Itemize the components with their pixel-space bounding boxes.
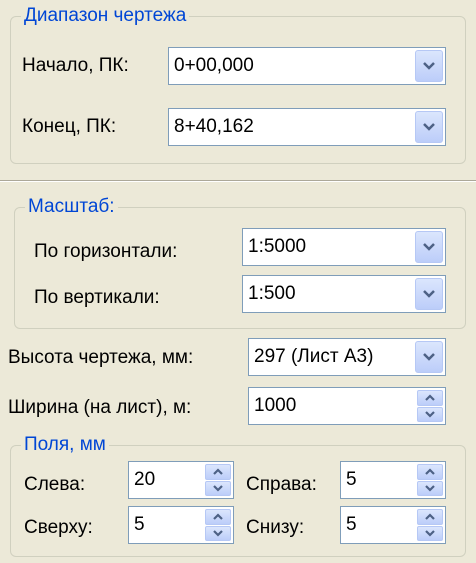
arrow-down-icon [213,529,223,537]
margin-left-value: 20 [134,469,156,490]
arrow-down-icon [425,410,435,418]
arrow-up-icon [213,468,223,476]
spinner-down-button[interactable] [205,480,231,496]
end-pk-value: 8+40,162 [174,116,254,137]
margin-bottom-spinner[interactable] [417,509,443,541]
arrow-up-icon [213,513,223,521]
vertical-scale-value: 1:500 [248,283,296,304]
margin-top-label: Сверху: [24,517,93,538]
margin-left-spinbox[interactable]: 20 [128,461,234,499]
spinner-up-button[interactable] [417,509,443,525]
start-pk-label: Начало, ПК: [22,55,129,76]
margin-top-value: 5 [134,514,145,535]
margin-top-spinner[interactable] [205,509,231,541]
spinner-down-button[interactable] [417,480,443,496]
drawing-range-title: Диапазон чертежа [21,5,190,27]
margin-right-value: 5 [346,469,357,490]
width-per-sheet-label: Ширина (на лист), м: [8,397,192,418]
horizontal-scale-dropdown-button[interactable] [415,231,443,263]
section-divider [0,180,476,182]
arrow-down-icon [213,484,223,492]
chevron-down-icon [423,353,435,361]
vertical-scale-dropdown-button[interactable] [415,278,443,310]
chevron-down-icon [423,243,435,251]
end-pk-label: Конец, ПК: [22,116,117,137]
chevron-down-icon [423,290,435,298]
margin-right-label: Справа: [246,474,317,495]
arrow-up-icon [425,394,435,402]
spinner-up-button[interactable] [417,464,443,480]
spinner-down-button[interactable] [417,406,443,422]
margin-bottom-value: 5 [346,514,357,535]
chevron-down-icon [423,123,435,131]
end-pk-combobox[interactable]: 8+40,162 [168,108,446,146]
scale-title: Масштаб: [25,196,118,218]
spinner-up-button[interactable] [417,390,443,406]
drawing-height-value: 297 (Лист А3) [254,346,374,367]
horizontal-scale-label: По горизонтали: [34,241,178,262]
start-pk-value: 0+00,000 [174,55,254,76]
margin-left-spinner[interactable] [205,464,231,496]
margin-right-spinner[interactable] [417,464,443,496]
horizontal-scale-combobox[interactable]: 1:5000 [242,228,446,266]
arrow-down-icon [425,529,435,537]
vertical-scale-combobox[interactable]: 1:500 [242,275,446,313]
chevron-down-icon [423,62,435,70]
width-per-sheet-spinbox[interactable]: 1000 [248,387,446,425]
arrow-up-icon [425,513,435,521]
spinner-up-button[interactable] [205,509,231,525]
drawing-height-combobox[interactable]: 297 (Лист А3) [248,338,446,376]
width-per-sheet-spinner[interactable] [417,390,443,422]
drawing-height-dropdown-button[interactable] [415,341,443,373]
arrow-up-icon [425,468,435,476]
spinner-up-button[interactable] [205,464,231,480]
width-per-sheet-value: 1000 [254,395,297,416]
horizontal-scale-value: 1:5000 [248,236,307,257]
margin-bottom-spinbox[interactable]: 5 [340,506,446,544]
margin-bottom-label: Снизу: [246,517,305,538]
end-pk-dropdown-button[interactable] [415,111,443,143]
vertical-scale-label: По вертикали: [34,287,160,308]
margin-left-label: Слева: [24,474,86,495]
spinner-down-button[interactable] [205,525,231,541]
start-pk-combobox[interactable]: 0+00,000 [168,47,446,85]
spinner-down-button[interactable] [417,525,443,541]
arrow-down-icon [425,484,435,492]
margins-title: Поля, мм [21,434,109,456]
margin-right-spinbox[interactable]: 5 [340,461,446,499]
margin-top-spinbox[interactable]: 5 [128,506,234,544]
start-pk-dropdown-button[interactable] [415,50,443,82]
drawing-height-label: Высота чертежа, мм: [8,347,194,368]
